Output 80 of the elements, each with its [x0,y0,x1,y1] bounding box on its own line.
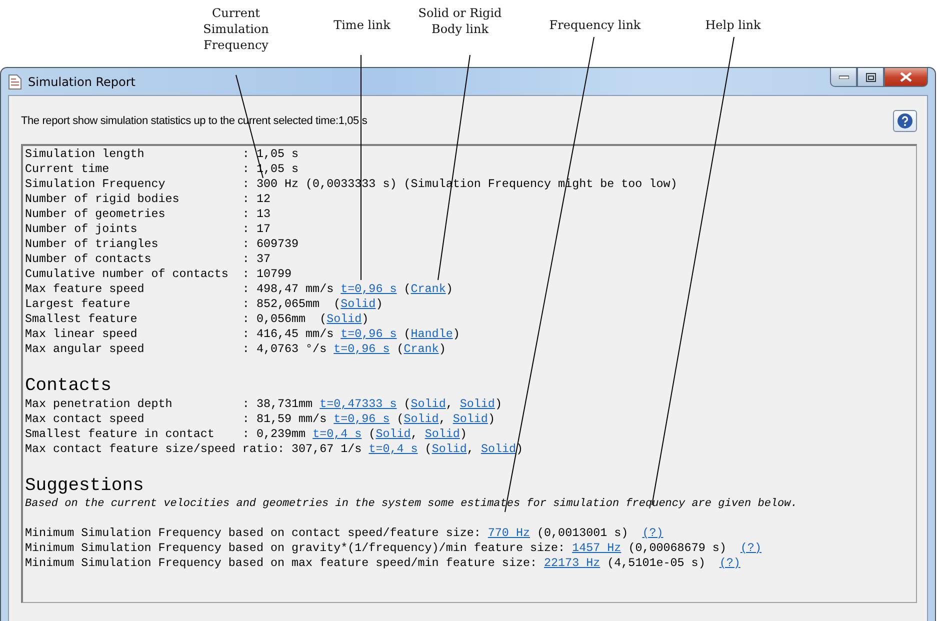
report-link[interactable]: 22173 Hz [544,556,600,570]
suggestion-line: Minimum Simulation Frequency based on gravity*(1/frequency)/min feature size: 1457 Hz (0,00068679 s) (?) [25,541,762,556]
stat-value: : 1,05 s [242,147,299,162]
stat-label: Number of contacts [25,252,152,267]
report-link[interactable]: t=0,96 s [340,282,397,296]
stat-label: Number of triangles [25,237,160,252]
report-link[interactable]: Solid [376,427,411,441]
callout-label: Time link [332,17,392,33]
stat-label: Smallest feature [25,312,138,327]
stat-value: : 0,239mm t=0,4 s (Solid, Solid) [242,427,467,442]
stat-value: : 10799 [242,267,292,282]
report-link[interactable]: Solid [326,312,362,326]
maximize-icon [866,72,876,82]
report-link[interactable]: t=0,4 s [368,442,418,456]
report-link[interactable]: Crank [404,342,439,356]
report-link[interactable]: 1457 Hz [572,541,622,555]
report-link[interactable]: (?) [719,556,740,570]
report-link[interactable]: t=0,4 s [312,427,362,441]
close-button[interactable] [884,68,928,87]
stat-value: : 852,065mm (Solid) [242,297,383,312]
minimize-icon [838,75,848,79]
help-button[interactable] [893,110,917,132]
stat-label: Simulation Frequency [25,177,166,192]
suggestion-line: Minimum Simulation Frequency based on max feature speed/min feature size: 22173 Hz (4,5101e-05 s) (?) [25,556,740,571]
stat-label: Cumulative number of contacts [25,267,230,282]
section-heading: Suggestions [25,475,145,497]
stat-value: : 17 [242,222,270,237]
report-link[interactable]: Solid [480,442,516,456]
report-link[interactable]: (?) [740,541,762,555]
stat-value: : 37 [242,252,270,267]
report-link[interactable]: (?) [642,526,664,540]
stat-label: Max feature speed [25,282,146,297]
report-link[interactable]: Solid [424,427,460,441]
help-icon [897,113,913,129]
report-link[interactable]: 770 Hz [488,526,530,540]
callout-label: Frequency link [548,17,642,33]
window-title: Simulation Report [28,74,136,88]
report-link[interactable]: Solid [460,397,495,411]
stat-label: Simulation length [25,147,146,162]
section-heading: Contacts [25,375,112,397]
report-link[interactable]: Solid [452,412,488,426]
maximize-button[interactable] [857,68,884,87]
stat-value: : 498,47 mm/s t=0,96 s (Crank) [242,282,453,297]
stat-value: : 4,0763 °/s t=0,96 s (Crank) [242,342,446,357]
report-link[interactable]: Solid [340,297,376,311]
stat-label: Number of joints [25,222,138,237]
stat-label: Max contact speed [25,412,146,427]
document-icon [8,74,22,90]
report-link[interactable]: Crank [410,282,446,296]
stat-value: : 416,45 mm/s t=0,96 s (Handle) [242,327,460,342]
close-icon [900,72,912,82]
minimize-button[interactable] [830,68,857,87]
stat-label: Max linear speed [25,327,138,342]
stat-value: : 13 [242,207,270,222]
report-link[interactable]: Handle [410,327,453,341]
stat-label: Number of geometries [25,207,166,222]
suggestion-line: Minimum Simulation Frequency based on contact speed/feature size: 770 Hz (0,0013001 s) (?) [25,526,664,541]
stat-value: : 38,731mm t=0,47333 s (Solid, Solid) [242,397,502,412]
stat-label: Max contact feature size/speed ratio [25,442,278,457]
stat-value: : 0,056mm (Solid) [242,312,369,327]
stat-value: : 12 [242,192,270,207]
stat-label: Number of rigid bodies [25,192,180,207]
report-link[interactable]: t=0,47333 s [320,397,397,411]
stat-value: : 307,67 1/s t=0,4 s (Solid, Solid) [278,442,524,457]
callout-label: Solid or Rigid Body link [417,5,503,37]
report-link[interactable]: Solid [404,412,439,426]
report-link[interactable]: Solid [410,397,446,411]
callout-label: Current Simulation Frequency [202,5,270,53]
report-link[interactable]: Solid [432,442,467,456]
report-link[interactable]: t=0,96 s [334,412,390,426]
stat-value: : 81,59 mm/s t=0,96 s (Solid, Solid) [242,412,495,427]
report-link[interactable]: t=0,96 s [334,342,390,356]
stat-value: : 609739 [242,237,299,252]
stat-label: Max angular speed [25,342,146,357]
stat-label: Current time [25,162,110,177]
report-link[interactable]: t=0,96 s [340,327,397,341]
callout-label: Help link [704,17,762,33]
stat-label: Max penetration depth [25,397,174,412]
stat-label: Smallest feature in contact [25,427,216,442]
stat-label: Largest feature [25,297,132,312]
